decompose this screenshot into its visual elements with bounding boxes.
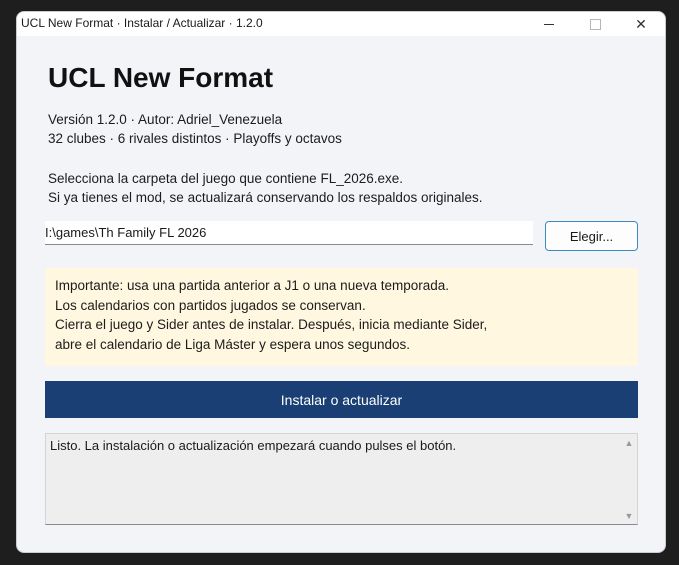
- version-author-text: Versión 1.2.0 · Autor: Adriel_Venezuela: [48, 112, 283, 127]
- status-log-textarea[interactable]: Listo. La instalación o actualización em…: [45, 433, 638, 525]
- scroll-up-arrow-icon[interactable]: ▲: [624, 438, 634, 448]
- maximize-button[interactable]: [572, 12, 618, 36]
- mod-info-text: 32 clubes · 6 rivales distintos · Playof…: [48, 131, 342, 146]
- notice-line: Los calendarios con partidos jugados se …: [55, 297, 366, 313]
- window-title: UCL New Format · Instalar / Actualizar ·…: [21, 16, 263, 30]
- page-title: UCL New Format: [48, 62, 274, 93]
- close-icon: ✕: [635, 15, 647, 32]
- app-window: UCL New Format · Instalar / Actualizar ·…: [16, 11, 666, 553]
- notice-line: Cierra el juego y Sider antes de instala…: [55, 317, 488, 332]
- instruction-select-folder: Selecciona la carpeta del juego que cont…: [48, 171, 404, 186]
- game-folder-path-input[interactable]: [45, 221, 533, 245]
- notice-line: Importante: usa una partida anterior a J…: [55, 278, 450, 293]
- maximize-icon: [589, 18, 601, 30]
- close-button[interactable]: ✕: [618, 12, 664, 36]
- browse-folder-button[interactable]: Elegir...: [545, 221, 638, 251]
- minimize-icon: [544, 23, 554, 25]
- instruction-update-note: Si ya tienes el mod, se actualizará cons…: [48, 190, 483, 205]
- minimize-button[interactable]: [526, 12, 572, 36]
- title-bar[interactable]: UCL New Format · Instalar / Actualizar ·…: [17, 12, 665, 36]
- notice-line: abre el calendario de Liga Máster y espe…: [55, 336, 410, 352]
- scroll-down-arrow-icon[interactable]: ▼: [624, 511, 634, 521]
- install-update-button[interactable]: Instalar o actualizar: [45, 381, 638, 418]
- status-log-text: Listo. La instalación o actualización em…: [50, 438, 457, 453]
- important-notice-panel: Importante: usa una partida anterior a J…: [45, 268, 638, 366]
